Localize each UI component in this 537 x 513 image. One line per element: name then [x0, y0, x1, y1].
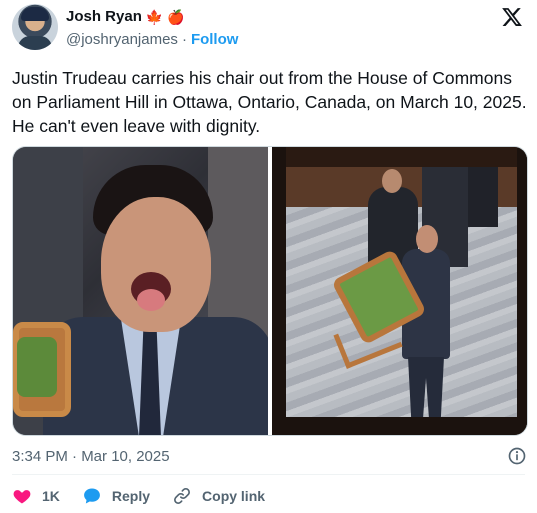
- author-name[interactable]: Josh Ryan: [66, 8, 142, 25]
- author-name-row: Josh Ryan 🍁 🍎: [66, 8, 185, 25]
- copy-link-button[interactable]: Copy link: [172, 486, 265, 506]
- tweet-timestamp[interactable]: 3:34 PM · Mar 10, 2025: [12, 448, 170, 465]
- copy-link-label: Copy link: [202, 488, 266, 504]
- avatar-shirt: [18, 36, 52, 50]
- link-icon: [174, 488, 190, 504]
- photo-frame: [272, 147, 286, 435]
- tweet-text: Justin Trudeau carries his chair out fro…: [12, 68, 527, 136]
- photo-frame: [272, 147, 527, 167]
- heart-icon: [13, 490, 31, 504]
- author-handle[interactable]: @joshryanjames: [66, 31, 178, 48]
- timestamp-row: 3:34 PM · Mar 10, 2025: [12, 445, 527, 467]
- author-handle-row: @joshryanjames · Follow: [66, 31, 238, 48]
- photo-frame: [272, 417, 527, 435]
- x-logo-icon[interactable]: [501, 6, 523, 28]
- info-icon[interactable]: [507, 446, 527, 466]
- media-photo-closeup[interactable]: [13, 147, 268, 435]
- person-main-head: [416, 225, 438, 253]
- chair-cushion: [17, 337, 57, 397]
- action-bar: 1K Reply Copy link: [12, 484, 287, 508]
- maple-leaf-badge: 🍁: [145, 8, 164, 25]
- person-background: [468, 157, 498, 227]
- divider: [12, 474, 525, 475]
- apple-badge: 🍎: [167, 8, 185, 25]
- tweet-media[interactable]: [12, 146, 528, 436]
- face: [101, 197, 211, 332]
- handle-separator: ·: [181, 31, 187, 48]
- reply-label: Reply: [111, 488, 151, 504]
- speech-bubble-icon: [83, 488, 100, 504]
- photo-frame: [517, 147, 527, 435]
- avatar[interactable]: [12, 4, 58, 50]
- follow-button[interactable]: Follow: [191, 31, 239, 48]
- avatar-cap: [21, 7, 49, 21]
- person-escort-head: [382, 169, 402, 193]
- media-photo-hallway[interactable]: [272, 147, 527, 435]
- like-button[interactable]: 1K: [12, 486, 60, 506]
- tweet-header: Josh Ryan 🍁 🍎 @joshryanjames · Follow: [12, 2, 525, 52]
- reply-button[interactable]: Reply: [82, 486, 150, 506]
- like-count: 1K: [42, 488, 60, 504]
- tongue: [137, 289, 165, 311]
